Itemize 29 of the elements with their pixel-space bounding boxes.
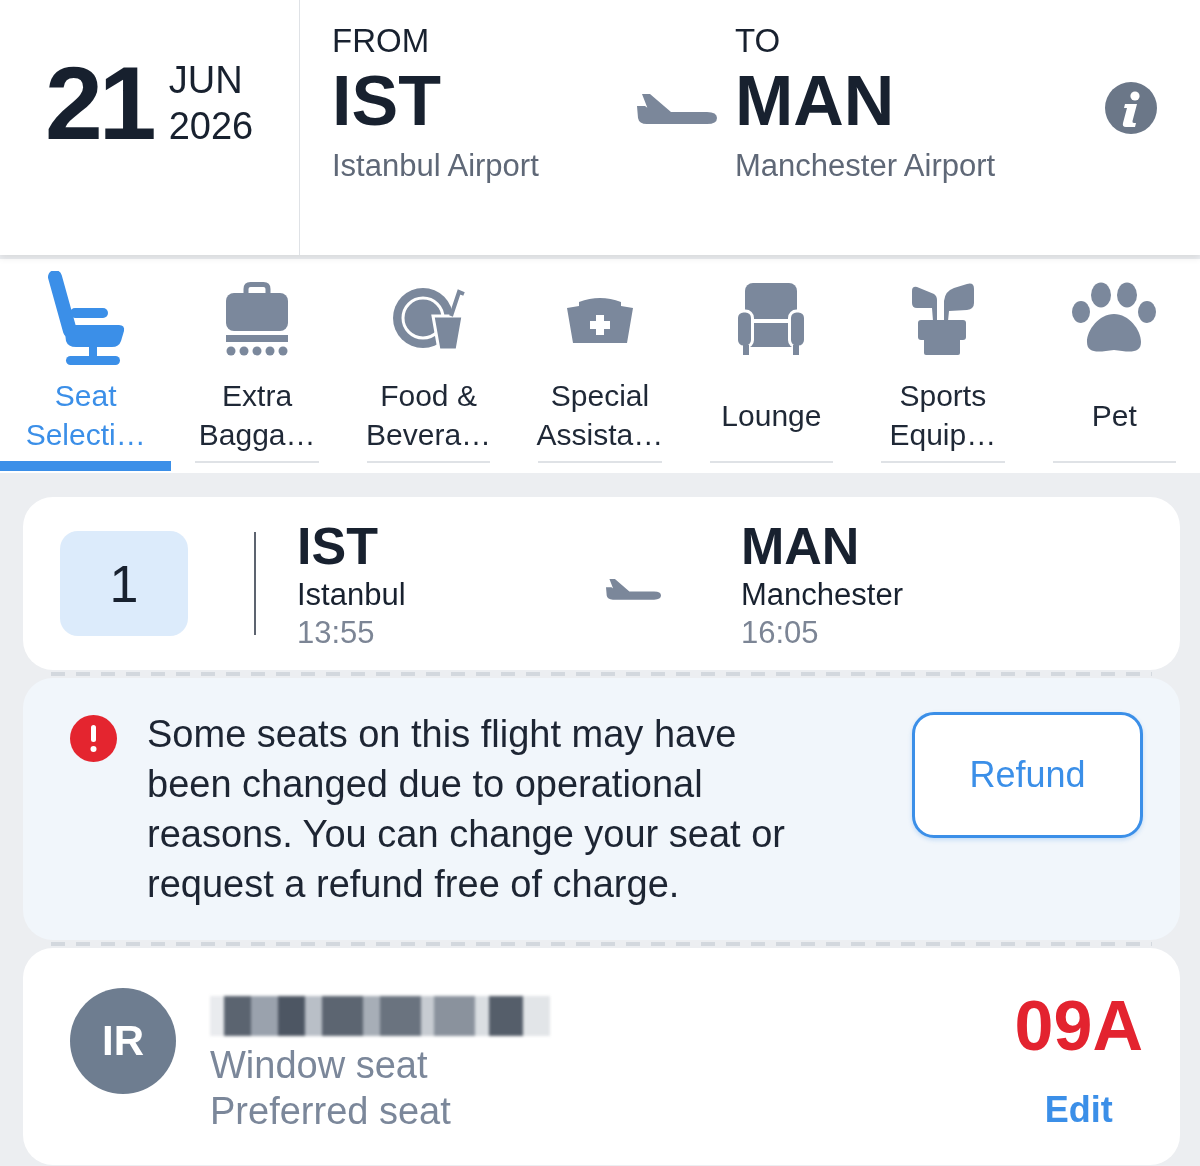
destination-label: TO: [735, 21, 781, 61]
notice-message: Some seats on this flight may have been changed due to operational reasons. You can change your seat or request a refund free of charge.: [147, 712, 786, 907]
origin-label: FROM: [332, 21, 430, 61]
airplane-icon: [637, 94, 717, 126]
date-month: JUN: [168, 57, 244, 103]
destination-city: Manchester: [741, 575, 903, 614]
destination-code: MAN: [735, 62, 895, 140]
seat-detail: Preferred seat: [210, 1089, 451, 1134]
origin-code: IST: [297, 515, 378, 576]
info-icon[interactable]: [1105, 82, 1157, 134]
origin-city: Istanbul: [297, 575, 406, 614]
departure-time: 13:55: [297, 613, 375, 652]
date-year: 2026: [168, 103, 254, 149]
date-day: 21: [45, 50, 153, 155]
avatar: IR: [70, 988, 176, 1094]
origin-code: IST: [332, 62, 441, 140]
airplane-icon: [606, 578, 661, 601]
plate-cup-icon: [392, 286, 465, 352]
seat-icon: [45, 271, 126, 367]
suitcase-icon: [226, 282, 289, 356]
golf-bag-icon: [909, 283, 976, 355]
origin-airport: Istanbul Airport: [332, 147, 539, 185]
alert-icon: [70, 715, 117, 762]
seat-detail: Window seat: [210, 1043, 428, 1088]
destination-code: MAN: [741, 515, 860, 576]
arrival-time: 16:05: [741, 613, 819, 652]
destination-airport: Manchester Airport: [735, 147, 996, 185]
seat-number: 09A: [1014, 988, 1143, 1064]
segment-number: 1: [60, 531, 188, 636]
